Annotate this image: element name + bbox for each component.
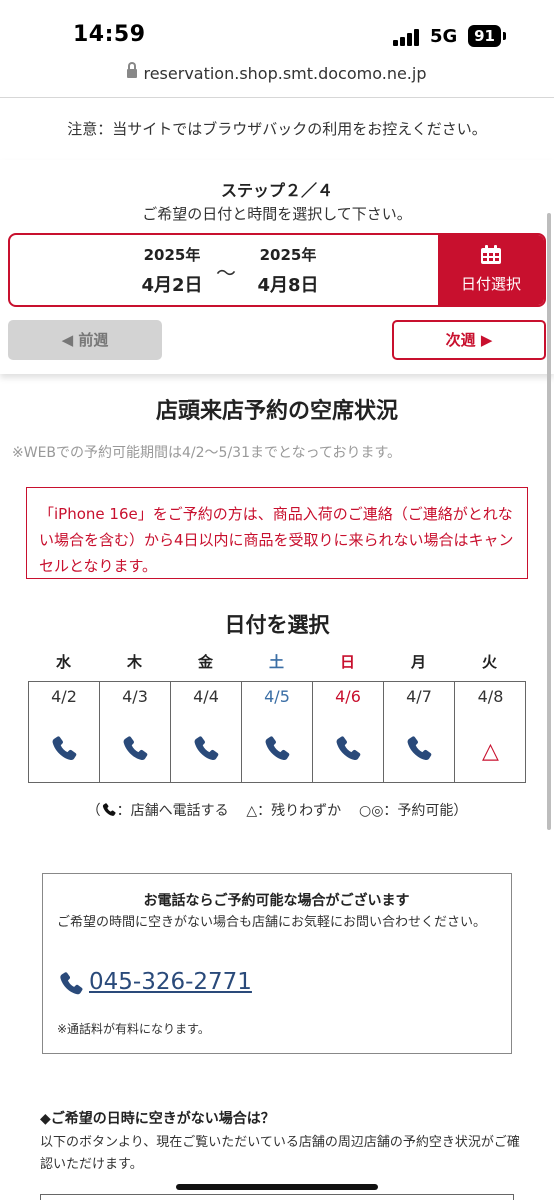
legend-open: （	[86, 803, 101, 819]
phone-icon	[60, 972, 83, 995]
phone-icon	[265, 736, 290, 761]
home-indicator[interactable]	[176, 1184, 378, 1190]
cell-date-saturday: 4/5	[264, 687, 290, 706]
phone-icon	[336, 736, 361, 761]
cell-date: 4/4	[193, 687, 219, 706]
lock-icon	[127, 62, 138, 80]
legend-available: ○◎：予約可能）	[358, 803, 468, 819]
calendar-cell-4-3[interactable]: 4/3	[100, 682, 171, 782]
status-time: 14:59	[73, 22, 146, 47]
calendar-cell-4-4[interactable]: 4/4	[171, 682, 242, 782]
url-text: reservation.shop.smt.docomo.ne.jp	[143, 64, 427, 83]
no-availability-description: 以下のボタンより、現在ご覧いただいている店舗の周辺店舗の予約空き状況がご確認いた…	[40, 1135, 520, 1172]
phone-icon	[194, 736, 219, 761]
range-to-date: 4月8日	[257, 275, 319, 296]
cell-date: 4/7	[406, 687, 432, 706]
weekday-label: 木	[126, 653, 142, 671]
status-bar: 14:59 5G 91	[0, 0, 554, 62]
scrollbar[interactable]	[547, 213, 551, 830]
step-instruction: ご希望の日付と時間を選択して下さい。	[142, 205, 412, 223]
phone-reservation-box: お電話ならご予約可能な場合がございます ご希望の時間に空きがない場合も店舗にお気…	[42, 873, 512, 1054]
calendar-cell-4-8[interactable]: 4/8 △	[455, 682, 526, 782]
step-label: ステップ２／４	[220, 181, 333, 200]
range-from-year: 2025年	[143, 246, 201, 264]
url-bar[interactable]: reservation.shop.smt.docomo.ne.jp	[0, 62, 554, 96]
date-select-title: 日付を選択	[224, 613, 330, 637]
phone-icon	[102, 803, 116, 816]
date-range-box: 2025年 4月2日 〜 2025年 4月8日 日付選択	[8, 233, 546, 307]
calendar-grid: 4/2 4/3 4/4 4/5 4/6 4/7 4/8 △	[28, 681, 526, 783]
calendar-cell-4-7[interactable]: 4/7	[384, 682, 455, 782]
calendar-legend: （ ：店舗へ電話する △：残りわずか ○◎：予約可能）	[0, 800, 554, 820]
cell-date: 4/2	[51, 687, 77, 706]
calendar-icon	[481, 245, 501, 264]
nearby-stores-button[interactable]	[40, 1194, 514, 1200]
weekday-label: 金	[197, 653, 213, 671]
next-week-button[interactable]: 次週 ▶	[392, 320, 546, 360]
weekday-label-sunday: 日	[339, 653, 355, 671]
phone-box-description: ご希望の時間に空きがない場合も店舗にお気軽にお問い合わせください。	[57, 915, 487, 930]
cell-date: 4/3	[122, 687, 148, 706]
weekday-header: 水 木 金 土 日 月 火	[28, 651, 526, 673]
date-select-button[interactable]: 日付選択	[438, 235, 544, 305]
calendar-cell-4-2[interactable]: 4/2	[29, 682, 100, 782]
date-select-label: 日付選択	[460, 275, 521, 293]
range-to: 2025年 4月8日	[238, 244, 338, 297]
step-header: ステップ２／４ ご希望の日付と時間を選択して下さい。 2025年 4月2日 〜 …	[0, 160, 554, 374]
no-availability-heading: ◆ご希望の日時に空きがない場合は？	[40, 1111, 275, 1127]
back-button-notice: 注意：当サイトではブラウザバックの利用をお控えください。	[67, 120, 487, 138]
weekday-label: 水	[55, 653, 71, 671]
range-separator: 〜	[216, 261, 236, 285]
calendar-cell-4-5[interactable]: 4/5	[242, 682, 313, 782]
cell-date: 4/8	[477, 687, 504, 706]
legend-few: △：残りわずか	[246, 803, 342, 819]
range-from: 2025年 4月2日	[122, 244, 222, 297]
period-note: ※WEBでの予約可能期間は4/2〜5/31までとなっております。	[12, 445, 402, 461]
legend-phone: ：店舗へ電話する	[116, 803, 229, 819]
phone-number-link[interactable]: 045-326-2771	[89, 969, 252, 995]
range-from-date: 4月2日	[141, 275, 203, 296]
weekday-label: 月	[410, 653, 426, 671]
calendar-cell-4-6[interactable]: 4/6	[313, 682, 384, 782]
battery-icon: 91	[468, 25, 501, 47]
phone-icon	[52, 736, 77, 761]
weekday-label-saturday: 土	[268, 653, 284, 671]
few-left-mark: △	[482, 739, 499, 764]
battery-tip	[503, 32, 506, 40]
prev-week-button[interactable]: ◀ 前週	[8, 320, 162, 360]
divider	[0, 97, 554, 98]
network-type: 5G	[430, 26, 458, 47]
range-to-year: 2025年	[259, 246, 317, 264]
phone-box-title: お電話ならご予約可能な場合がございます	[143, 893, 410, 909]
phone-icon	[407, 736, 432, 761]
call-fee-note: ※通話料が有料になります。	[57, 1022, 210, 1036]
section-title: 店頭来店予約の空席状況	[155, 399, 398, 424]
iphone-warning: 「iPhone 16e」をご予約の方は、商品入荷のご連絡（ご連絡がとれない場合を…	[26, 487, 528, 579]
phone-icon	[123, 736, 148, 761]
signal-icon	[393, 28, 423, 46]
weekday-label: 火	[481, 653, 497, 671]
cell-date-sunday: 4/6	[335, 687, 361, 706]
